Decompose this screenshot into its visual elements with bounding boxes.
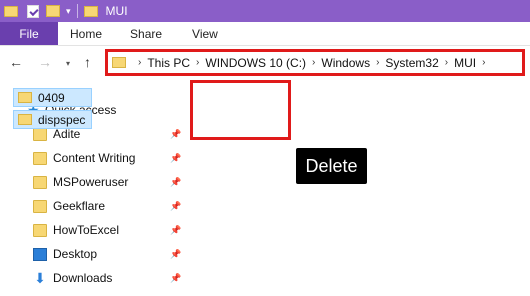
sidebar-item-howtoexcel[interactable]: HowToExcel 📌 (0, 218, 188, 242)
file-name: dispspec (38, 112, 86, 127)
sidebar-item-mspoweruser[interactable]: MSPoweruser 📌 (0, 170, 188, 194)
delete-annotation-label: Delete (296, 148, 367, 184)
folder-icon (18, 92, 32, 103)
navigation-bar: ← → ▾ ↑ › This PC › WINDOWS 10 (C:) › Wi… (0, 46, 530, 80)
breadcrumb-mui[interactable]: MUI (454, 56, 476, 70)
sidebar-item-geekflare[interactable]: Geekflare 📌 (0, 194, 188, 218)
sidebar-item-label: Desktop (53, 247, 98, 261)
title-bar: ▾ MUI (0, 0, 530, 22)
file-explorer-window: ▾ MUI File Home Share View ← → ▾ ↑ › Thi… (0, 0, 530, 296)
sidebar-item-desktop[interactable]: Desktop 📌 (0, 242, 188, 266)
desktop-icon (33, 247, 47, 261)
pin-icon: 📌 (170, 176, 182, 187)
sidebar-item-label: HowToExcel (53, 223, 120, 237)
breadcrumb-separator: › (138, 57, 142, 68)
window-title: MUI (105, 4, 128, 18)
sidebar-item-label: Geekflare (53, 199, 106, 213)
ribbon-tabs: File Home Share View (0, 22, 530, 46)
file-name: 0409 (38, 90, 65, 105)
sidebar-item-label: Content Writing (53, 151, 136, 165)
folder-icon (33, 199, 47, 213)
breadcrumb-this-pc[interactable]: This PC (147, 56, 190, 70)
sidebar-item-label: MSPoweruser (53, 175, 129, 189)
tab-share[interactable]: Share (130, 22, 162, 45)
breadcrumb-separator[interactable]: › (376, 57, 379, 68)
tab-file[interactable]: File (0, 22, 58, 45)
breadcrumb-windows10-drive[interactable]: WINDOWS 10 (C:) (205, 56, 306, 70)
pin-icon: 📌 (170, 128, 182, 139)
breadcrumb-separator[interactable]: › (312, 57, 315, 68)
breadcrumb-separator[interactable]: › (445, 57, 448, 68)
pin-icon: 📌 (170, 224, 182, 235)
sidebar-item-downloads[interactable]: ⬇ Downloads 📌 (0, 266, 188, 290)
customize-toolbar-icon[interactable]: ▾ (66, 6, 71, 16)
sidebar-item-label: Adite (53, 127, 81, 141)
breadcrumb-windows[interactable]: Windows (321, 56, 370, 70)
folder-icon (33, 175, 47, 189)
folder-icon (18, 114, 32, 125)
address-bar[interactable]: › This PC › WINDOWS 10 (C:) › Windows › … (105, 49, 525, 76)
breadcrumb-separator[interactable]: › (482, 57, 485, 68)
title-separator (76, 4, 78, 18)
properties-icon[interactable] (27, 4, 39, 18)
download-icon: ⬇ (34, 269, 46, 286)
pin-icon: 📌 (170, 272, 182, 283)
folder-icon (33, 151, 47, 165)
file-item-dispspec[interactable]: dispspec (13, 110, 92, 129)
selection-highlight-box (190, 80, 291, 140)
breadcrumb-system32[interactable]: System32 (385, 56, 438, 70)
title-folder-icon (83, 5, 98, 17)
folder-icon (33, 127, 47, 141)
new-folder-icon[interactable] (46, 5, 60, 17)
forward-arrow-icon[interactable]: → (38, 54, 52, 70)
recent-locations-chevron-icon[interactable]: ▾ (66, 56, 70, 72)
sidebar-item-content-writing[interactable]: Content Writing 📌 (0, 146, 188, 170)
folder-icon (33, 223, 47, 237)
pin-icon: 📌 (170, 248, 182, 259)
file-item-0409[interactable]: 0409 (13, 88, 92, 107)
tab-home[interactable]: Home (70, 22, 102, 45)
sidebar-item-label: Downloads (53, 271, 113, 285)
breadcrumb-separator[interactable]: › (196, 57, 199, 68)
folder-icon[interactable] (4, 5, 18, 17)
back-arrow-icon[interactable]: ← (9, 54, 23, 70)
address-folder-icon (112, 57, 126, 68)
pin-icon: 📌 (170, 200, 182, 211)
up-arrow-icon[interactable]: ↑ (84, 54, 91, 70)
pin-icon: 📌 (170, 152, 182, 163)
tab-view[interactable]: View (192, 22, 218, 45)
